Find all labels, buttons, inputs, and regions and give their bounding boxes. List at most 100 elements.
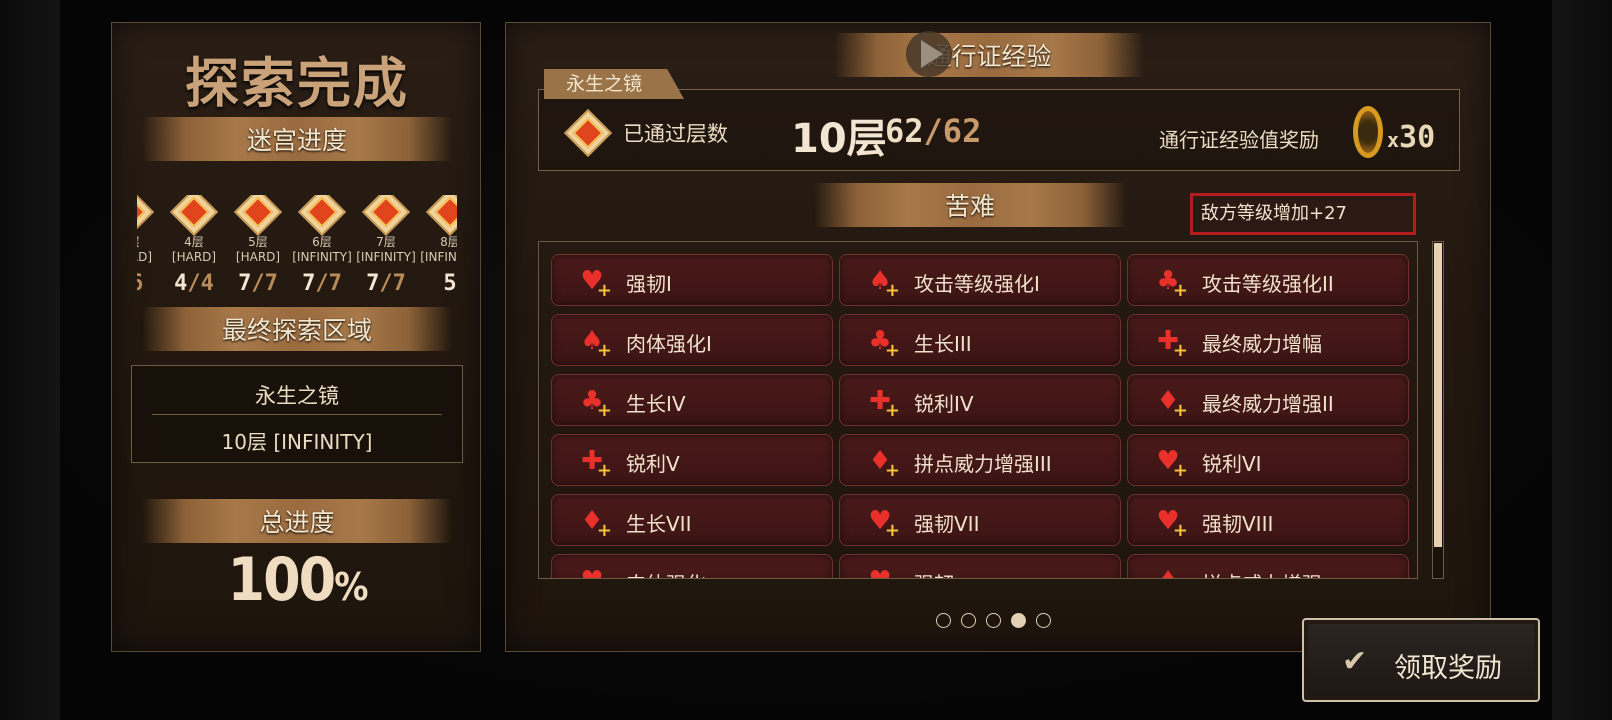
modifier-card[interactable]: ♥ 强韧VIII: [1127, 494, 1409, 546]
floor-count: 5: [443, 271, 457, 296]
floor-mode: [INFINITY]: [292, 250, 352, 264]
modifier-card[interactable]: ✚ 锐利V: [551, 434, 833, 486]
final-area-box: 永生之镜 10层 [INFINITY]: [131, 365, 463, 463]
modifier-label: 攻击等级强化II: [1202, 272, 1334, 296]
right-frame: [1552, 0, 1612, 720]
modifier-icon: ♦: [1150, 384, 1188, 420]
modifier-icon: ♥: [1150, 504, 1188, 540]
floor-progress-list[interactable]: 3层[HARD]664层[HARD]4/45层[HARD]7/76层[INFIN…: [137, 195, 457, 305]
cleared-floor: 10层: [791, 116, 887, 162]
modifier-icon: ♦: [862, 444, 900, 480]
floor-name: 3层: [137, 235, 163, 250]
cleared-total: /62: [923, 112, 982, 150]
floor-mode: [INFINITY]: [356, 250, 416, 264]
area-tag: 永生之镜: [544, 69, 684, 99]
labyrinth-progress-header: 迷宫进度: [142, 117, 452, 161]
modifier-label: 拼点威力增强: [1202, 568, 1322, 578]
page-dot[interactable]: [936, 613, 951, 628]
floor-progress-item[interactable]: 7层 [INFINITY] 7/7: [353, 195, 419, 296]
modifier-icon: ♥: [862, 504, 900, 540]
hardship-header: 苦难: [814, 183, 1126, 227]
floor-progress-item[interactable]: 4层 [HARD] 4/4: [161, 195, 227, 296]
floor-name: 7层: [376, 235, 396, 249]
pass-exp-icon: [1353, 106, 1383, 158]
floor-count: 7/7: [302, 271, 342, 296]
modifier-label: 强韧VIII: [1202, 512, 1274, 536]
floor-name: 8层: [440, 235, 457, 249]
floor-mode: [HARD]: [137, 250, 153, 264]
modifier-card[interactable]: ♦ 拼点威力增强III: [839, 434, 1121, 486]
modifier-icon: ♣: [862, 324, 900, 360]
modifier-card[interactable]: ♦ 最终威力增强II: [1127, 374, 1409, 426]
floor-name: 5层: [248, 235, 268, 249]
percent-sign: %: [334, 565, 368, 609]
modifier-card[interactable]: ♠ 肉体强化I: [551, 314, 833, 366]
play-icon[interactable]: [906, 31, 952, 77]
modifier-icon: ✚: [1150, 324, 1188, 360]
modifier-icon: ♣: [1150, 264, 1188, 300]
modifier-label: 拼点威力增强III: [914, 452, 1052, 476]
modifier-card[interactable]: ♣ 生长IV: [551, 374, 833, 426]
modifier-label: 强韧I: [626, 272, 672, 296]
page-dot[interactable]: [961, 613, 976, 628]
check-icon: ✔: [1342, 644, 1368, 679]
total-progress-header: 总进度: [142, 499, 452, 543]
page-indicator: [936, 613, 1051, 628]
modifier-icon: ♥: [1150, 444, 1188, 480]
divider: [152, 414, 442, 415]
page-dot[interactable]: [1011, 613, 1026, 628]
claim-reward-button[interactable]: ✔ 领取奖励: [1302, 618, 1540, 702]
floor-progress-item[interactable]: 3层[HARD] 66: [137, 195, 163, 296]
floor-progress-item[interactable]: 5层 [HARD] 7/7: [225, 195, 291, 296]
floor-name: 4层: [184, 235, 204, 249]
modifier-label: 生长VII: [626, 512, 692, 536]
modifier-icon: ♦: [574, 504, 612, 540]
floor-count: 4/4: [174, 271, 214, 296]
floor-emblem-icon: [169, 195, 219, 237]
floor-count: 7/7: [366, 271, 406, 296]
floor-mode: [HARD]: [171, 250, 217, 264]
modifier-grid[interactable]: ♥ 强韧I ♠ 攻击等级强化I ♣ 攻击等级强化II ♠ 肉体强化I ♣ 生长III ✚ 最终威力增幅…: [538, 241, 1418, 579]
floor-emblem-icon: [137, 195, 155, 237]
modifier-card[interactable]: ✚ 最终威力增幅: [1127, 314, 1409, 366]
page-title: 探索完成: [185, 51, 409, 115]
modifier-label: 强韧: [914, 568, 954, 578]
modifier-card[interactable]: ♥ 强韧I: [551, 254, 833, 306]
floor-emblem-icon: [563, 108, 613, 158]
modifier-icon: ♥: [574, 564, 610, 578]
modifier-label: 最终威力增幅: [1202, 332, 1322, 356]
modifier-label: 肉体强化: [626, 568, 706, 578]
page-dot[interactable]: [1036, 613, 1051, 628]
floor-emblem-icon: [425, 195, 457, 237]
left-frame: [0, 0, 60, 720]
modifier-card[interactable]: ♥ 肉体强化: [551, 554, 833, 578]
reward-multiplier: x: [1387, 128, 1400, 152]
modifier-card[interactable]: ♥ 强韧VII: [839, 494, 1121, 546]
total-progress-number: 100: [227, 545, 337, 615]
floor-count: 7/7: [238, 271, 278, 296]
modifier-card[interactable]: ♥ 强韧: [839, 554, 1121, 578]
summary-panel: 探索完成 迷宫进度 3层[HARD]664层[HARD]4/45层[HARD]7…: [111, 22, 481, 652]
scrollbar-thumb[interactable]: [1434, 243, 1442, 547]
modifier-card[interactable]: ♥ 锐利VI: [1127, 434, 1409, 486]
pass-exp-header: 通行证经验: [834, 33, 1144, 77]
modifier-card[interactable]: ✚ 锐利IV: [839, 374, 1121, 426]
modifier-label: 攻击等级强化I: [914, 272, 1040, 296]
modifier-card[interactable]: ♦ 生长VII: [551, 494, 833, 546]
modifier-card[interactable]: ♠ 拼点威力增强: [1127, 554, 1409, 578]
final-area-header: 最终探索区域: [142, 307, 452, 351]
modifier-card[interactable]: ♣ 生长III: [839, 314, 1121, 366]
modifier-card[interactable]: ♣ 攻击等级强化II: [1127, 254, 1409, 306]
page-dot[interactable]: [986, 613, 1001, 628]
modifier-icon: ♠: [862, 264, 900, 300]
modifier-icon: ✚: [574, 444, 612, 480]
modifier-label: 生长IV: [626, 392, 686, 416]
modifier-scrollbar[interactable]: [1432, 241, 1444, 579]
total-progress-value: 100%: [112, 545, 482, 615]
floor-emblem-icon: [297, 195, 347, 237]
floor-progress-item[interactable]: 6层 [INFINITY] 7/7: [289, 195, 355, 296]
modifier-label: 肉体强化I: [626, 332, 712, 356]
modifier-card[interactable]: ♠ 攻击等级强化I: [839, 254, 1121, 306]
floor-progress-item[interactable]: 8层[INFINITY] 5: [417, 195, 457, 296]
modifier-label: 生长III: [914, 332, 972, 356]
